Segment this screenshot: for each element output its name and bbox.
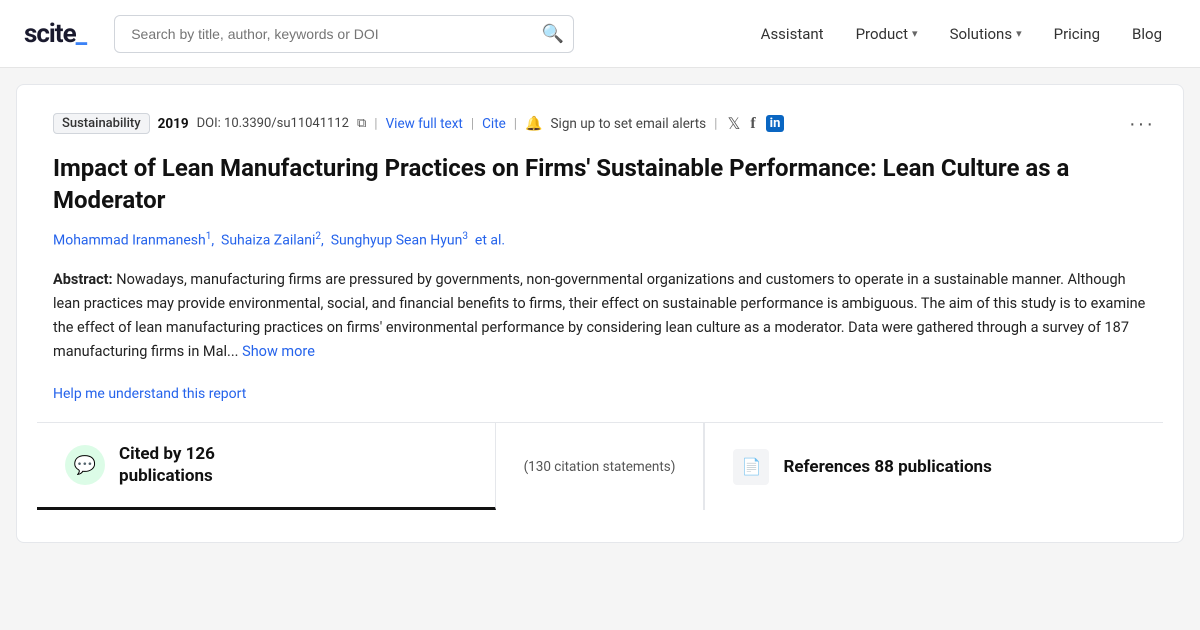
- logo: scite_: [24, 19, 86, 49]
- cited-main: Cited by 126publications: [119, 443, 215, 487]
- help-link[interactable]: Help me understand this report: [53, 386, 246, 402]
- abstract-text: Nowadays, manufacturing firms are pressu…: [53, 271, 1145, 360]
- chevron-down-icon: ▾: [912, 27, 918, 40]
- cite-link[interactable]: Cite: [482, 116, 506, 132]
- citation-statements-text: (130 citation statements): [524, 459, 676, 475]
- nav-item-assistant[interactable]: Assistant: [747, 17, 838, 51]
- facebook-icon[interactable]: f: [750, 115, 755, 133]
- journal-badge: Sustainability: [53, 113, 150, 134]
- nav-item-product[interactable]: Product ▾: [842, 17, 932, 51]
- meta-row: Sustainability 2019 DOI: 10.3390/su11041…: [53, 113, 1147, 134]
- linkedin-icon[interactable]: in: [766, 115, 785, 132]
- references-doc-icon: 📄: [733, 449, 769, 485]
- nav-item-pricing[interactable]: Pricing: [1040, 17, 1114, 51]
- chevron-down-icon: ▾: [1016, 27, 1022, 40]
- nav-item-solutions[interactable]: Solutions ▾: [936, 17, 1036, 51]
- paper-title: Impact of Lean Manufacturing Practices o…: [53, 152, 1147, 217]
- et-al-link[interactable]: et al.: [475, 232, 505, 248]
- twitter-icon[interactable]: 𝕏: [727, 114, 740, 133]
- abstract-label: Abstract:: [53, 271, 113, 288]
- abstract: Abstract: Nowadays, manufacturing firms …: [53, 268, 1147, 364]
- more-icon: ···: [1129, 113, 1155, 135]
- view-full-text-link[interactable]: View full text: [386, 116, 463, 132]
- paper-card: ··· Sustainability 2019 DOI: 10.3390/su1…: [16, 84, 1184, 543]
- cited-bubble-icon: 💬: [65, 445, 105, 485]
- main-content: ··· Sustainability 2019 DOI: 10.3390/su1…: [0, 84, 1200, 543]
- cited-by-section[interactable]: 💬 Cited by 126publications: [37, 423, 496, 510]
- nav-item-blog[interactable]: Blog: [1118, 17, 1176, 51]
- search-input[interactable]: [114, 15, 574, 53]
- alert-text: Sign up to set email alerts: [551, 116, 707, 132]
- author-3-link[interactable]: Sunghyup Sean Hyun: [331, 232, 463, 248]
- citation-statements-section[interactable]: (130 citation statements): [496, 423, 705, 510]
- nav-links: Assistant Product ▾ Solutions ▾ Pricing …: [747, 17, 1176, 51]
- copy-doi-icon[interactable]: ⧉: [357, 116, 366, 131]
- chat-bubble-icon: 💬: [74, 455, 96, 476]
- paper-doi: DOI: 10.3390/su11041112: [197, 116, 349, 131]
- cited-stats-text: Cited by 126publications: [119, 443, 215, 487]
- navbar: scite_ 🔍 Assistant Product ▾ Solutions ▾…: [0, 0, 1200, 68]
- search-wrap: 🔍: [114, 15, 574, 53]
- bell-icon: 🔔: [525, 116, 542, 132]
- author-2-link[interactable]: Suhaiza Zailani: [221, 232, 315, 248]
- author-1-link[interactable]: Mohammad Iranmanesh: [53, 232, 206, 248]
- authors: Mohammad Iranmanesh1, Suhaiza Zailani2, …: [53, 231, 1147, 249]
- references-section[interactable]: 📄 References 88 publications: [705, 423, 1163, 510]
- more-options-button[interactable]: ···: [1129, 113, 1155, 136]
- search-icon: 🔍: [542, 23, 564, 43]
- stats-bar: 💬 Cited by 126publications (130 citation…: [37, 422, 1163, 510]
- show-more-button[interactable]: Show more: [242, 343, 315, 360]
- paper-year: 2019: [158, 116, 189, 132]
- document-icon: 📄: [741, 457, 761, 476]
- search-button[interactable]: 🔍: [542, 23, 564, 44]
- references-text: References 88 publications: [783, 456, 991, 478]
